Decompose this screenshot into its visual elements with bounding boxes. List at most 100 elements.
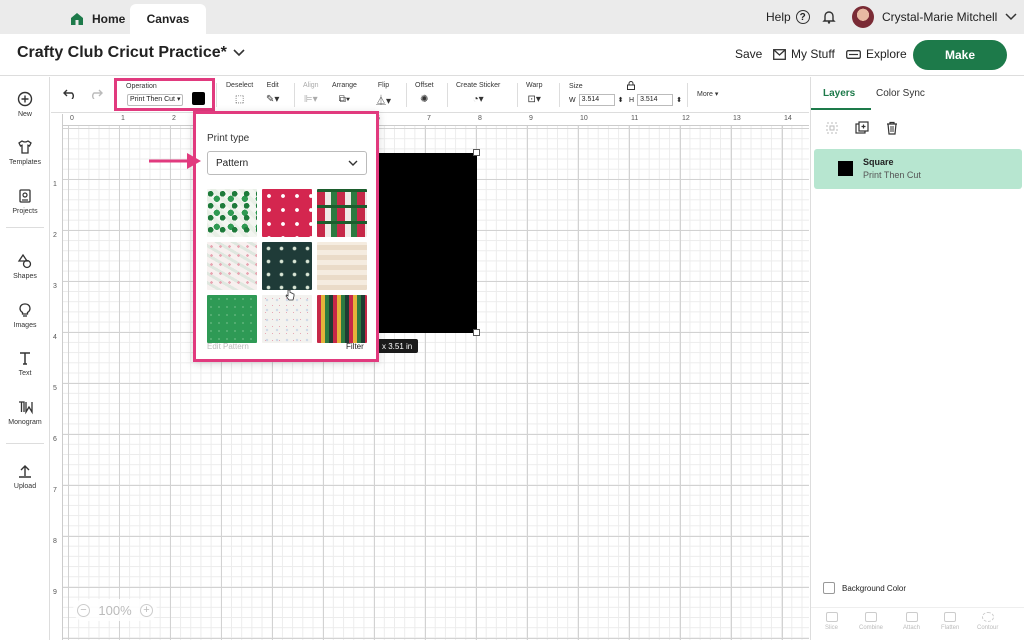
resize-handle[interactable] [473,329,480,336]
tree-pattern[interactable] [207,189,257,237]
sidebar-item-new[interactable]: New [0,91,50,118]
toolbar-divider [559,83,560,107]
save-button[interactable]: Save [735,47,762,61]
my-stuff-label: My Stuff [791,47,835,61]
sidebar-item-label: New [17,111,32,118]
resize-handle[interactable] [473,149,480,156]
width-input[interactable]: 3.514 [578,94,615,106]
flip-icon: ⏅▾ [376,95,392,107]
slice-button[interactable]: Slice [825,612,838,631]
ruler-tick-label: 9 [529,115,533,122]
contour-label: Contour [977,625,999,631]
lock-icon[interactable] [627,81,635,90]
ruler-tick-label: 6 [53,436,57,443]
project-title[interactable]: Crafty Club Cricut Practice* [17,44,245,62]
sidebar-item-text[interactable]: Text [0,350,50,377]
offset-button[interactable]: Offset ✺ [415,82,434,105]
undo-icon[interactable] [63,89,77,99]
sidebar-item-shapes[interactable]: Shapes [0,253,50,280]
tab-canvas[interactable]: Canvas [130,4,206,34]
light-confetti-pattern[interactable] [262,295,312,343]
stepper-icon[interactable]: ⬍ [676,96,682,104]
zoom-in-icon[interactable]: + [140,603,153,617]
sidebar-item-projects[interactable]: Projects [0,188,50,215]
more-label: More ▾ [697,91,719,98]
ruler-tick-label: 4 [53,334,57,341]
group-icon[interactable] [825,121,839,135]
align-label: Align [303,82,319,89]
explore-button[interactable]: Explore [846,47,907,61]
ruler-tick-label: 9 [53,589,57,596]
help-button[interactable]: Help ? [766,0,810,34]
trash-icon[interactable] [885,121,899,135]
height-input[interactable]: 3.514 [637,94,674,106]
user-name: Crystal-Marie Mitchell [882,10,998,24]
flatten-label: Flatten [941,625,960,631]
sidebar-item-upload[interactable]: Upload [0,463,50,490]
zoom-level: 100% [98,602,132,618]
slice-icon [825,612,838,622]
zoom-out-icon[interactable]: − [77,603,90,617]
more-button[interactable]: More ▾ [697,90,718,98]
zoom-control: − 100% + [73,599,157,621]
beige-lettering-pattern[interactable] [317,242,367,290]
hand-cursor-icon [285,289,295,301]
print-type-select[interactable]: Pattern [207,151,367,175]
shapes-icon [17,253,32,269]
redo-icon[interactable] [89,89,103,99]
sidebar-item-images[interactable]: Images [0,302,50,329]
combine-button[interactable]: Combine [859,612,883,631]
filter-button[interactable]: Filter [346,342,364,351]
red-snowflake-pattern[interactable] [262,189,312,237]
project-title-text: Crafty Club Cricut Practice* [17,44,227,61]
layer-swatch [838,161,853,176]
create-sticker-button[interactable]: Create Sticker ◔▾ [456,82,500,105]
bulb-icon [19,303,31,317]
flip-button[interactable]: Flip ⏅▾ [376,82,392,107]
duplicate-icon[interactable] [855,121,869,135]
sidebar-item-label: Shapes [13,273,37,280]
edit-label: Edit [266,82,279,89]
gift-boxes-pattern[interactable] [317,295,367,343]
edit-pattern-button[interactable]: Edit Pattern [207,342,249,351]
square-shape[interactable] [376,153,477,333]
dark-ornament-pattern[interactable] [262,242,312,290]
deselect-button[interactable]: Deselect ⬚ [226,82,253,105]
my-stuff-button[interactable]: My Stuff [773,47,835,61]
contour-button[interactable]: Contour [977,612,998,631]
align-button[interactable]: Align ⊫▾ [303,82,319,105]
attach-label: Attach [903,625,921,631]
chevron-down-icon [233,49,245,57]
sidebar-item-monogram[interactable]: Monogram [0,399,50,426]
toolbar-divider [517,83,518,107]
red-houses-pattern[interactable] [317,189,367,237]
tab-layers[interactable]: Layers [823,88,855,99]
ruler-tick-label: 13 [733,115,741,122]
size-tooltip: x 3.51 in [376,339,419,353]
background-color-checkbox[interactable] [823,582,835,594]
flatten-button[interactable]: Flatten [941,612,959,631]
arrange-button[interactable]: Arrange ⧉▾ [332,82,357,105]
notifications-button[interactable] [822,0,836,34]
green-sparkle-pattern[interactable] [207,295,257,343]
user-menu[interactable]: Crystal-Marie Mitchell [852,0,1017,34]
deselect-label: Deselect [226,82,254,89]
layer-item-square[interactable]: Square Print Then Cut [814,149,1022,189]
background-color-toggle[interactable]: Background Color [823,582,906,594]
sidebar-item-templates[interactable]: Templates [0,139,50,166]
height-field[interactable]: H 3.514 ⬍ [629,94,682,106]
tab-home[interactable]: Home [70,4,125,34]
shirt-icon [18,140,32,154]
monogram-icon [19,401,33,415]
edit-button[interactable]: Edit ✎▾ [266,82,279,105]
stepper-icon[interactable]: ⬍ [618,96,624,104]
print-type-value: Pattern [216,157,249,169]
tab-color-sync[interactable]: Color Sync [876,88,925,99]
background-color-label: Background Color [842,583,907,593]
pointer-arrow-icon [149,153,201,169]
pink-candy-pattern[interactable] [207,242,257,290]
warp-button[interactable]: Warp ⊡▾ [526,82,542,105]
attach-button[interactable]: Attach [903,612,920,631]
width-field[interactable]: W 3.514 ⬍ [569,94,623,106]
make-button[interactable]: Make [913,40,1007,70]
